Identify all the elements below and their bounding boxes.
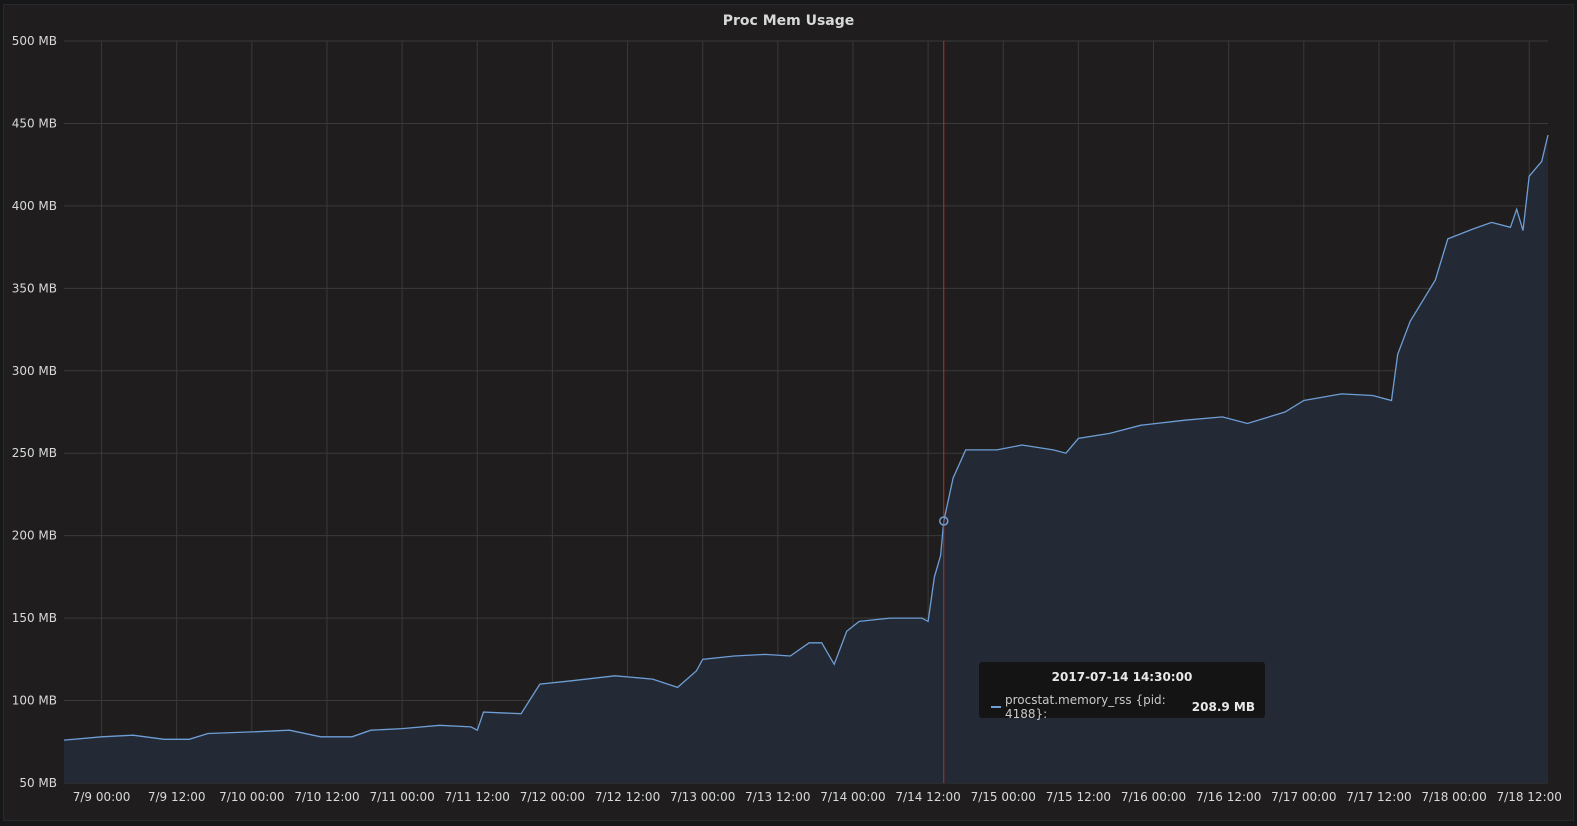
y-tick-label: 100 MB [12,694,57,708]
x-tick-label: 7/10 00:00 [219,790,284,804]
x-tick-label: 7/14 00:00 [820,790,885,804]
y-tick-label: 200 MB [12,529,57,543]
y-tick-label: 450 MB [12,116,57,130]
y-tick-label: 50 MB [19,776,57,790]
x-tick-label: 7/11 12:00 [445,790,510,804]
tooltip-time: 2017-07-14 14:30:00 [1051,670,1193,684]
tooltip-value: 208.9 MB [1191,700,1255,714]
x-tick-label: 7/18 00:00 [1421,790,1486,804]
x-tick-label: 7/16 12:00 [1196,790,1261,804]
y-tick-label: 500 MB [12,34,57,48]
x-tick-label: 7/18 12:00 [1497,790,1562,804]
x-tick-label: 7/17 12:00 [1346,790,1411,804]
x-tick-label: 7/9 00:00 [73,790,131,804]
x-tick-label: 7/14 12:00 [895,790,960,804]
x-tick-label: 7/17 00:00 [1271,790,1336,804]
x-tick-label: 7/13 00:00 [670,790,735,804]
x-tick-label: 7/13 12:00 [745,790,810,804]
tooltip-series-row: procstat.memory_rss {pid: 4188}: 208.9 M… [991,693,1255,721]
x-tick-label: 7/15 00:00 [971,790,1036,804]
x-tick-label: 7/11 00:00 [369,790,434,804]
x-tick-label: 7/12 12:00 [595,790,660,804]
x-tick-label: 7/15 12:00 [1046,790,1111,804]
x-tick-label: 7/12 00:00 [520,790,585,804]
tooltip-series-name: procstat.memory_rss {pid: 4188}: [1005,693,1166,721]
y-tick-label: 250 MB [12,446,57,460]
series-swatch-icon [991,706,1001,708]
y-tick-label: 300 MB [12,364,57,378]
chart-svg[interactable]: 50 MB 100 MB 150 MB 200 MB 250 MB 300 MB 350 M… [0,0,1577,826]
y-tick-label: 400 MB [12,199,57,213]
y-tick-label: 150 MB [12,611,57,625]
hover-tooltip: 2017-07-14 14:30:00 procstat.memory_rss … [979,662,1265,721]
x-tick-label: 7/16 00:00 [1121,790,1186,804]
y-tick-label: 350 MB [12,281,57,295]
x-tick-label: 7/10 12:00 [294,790,359,804]
series-area [64,135,1548,783]
x-tick-label: 7/9 12:00 [148,790,206,804]
